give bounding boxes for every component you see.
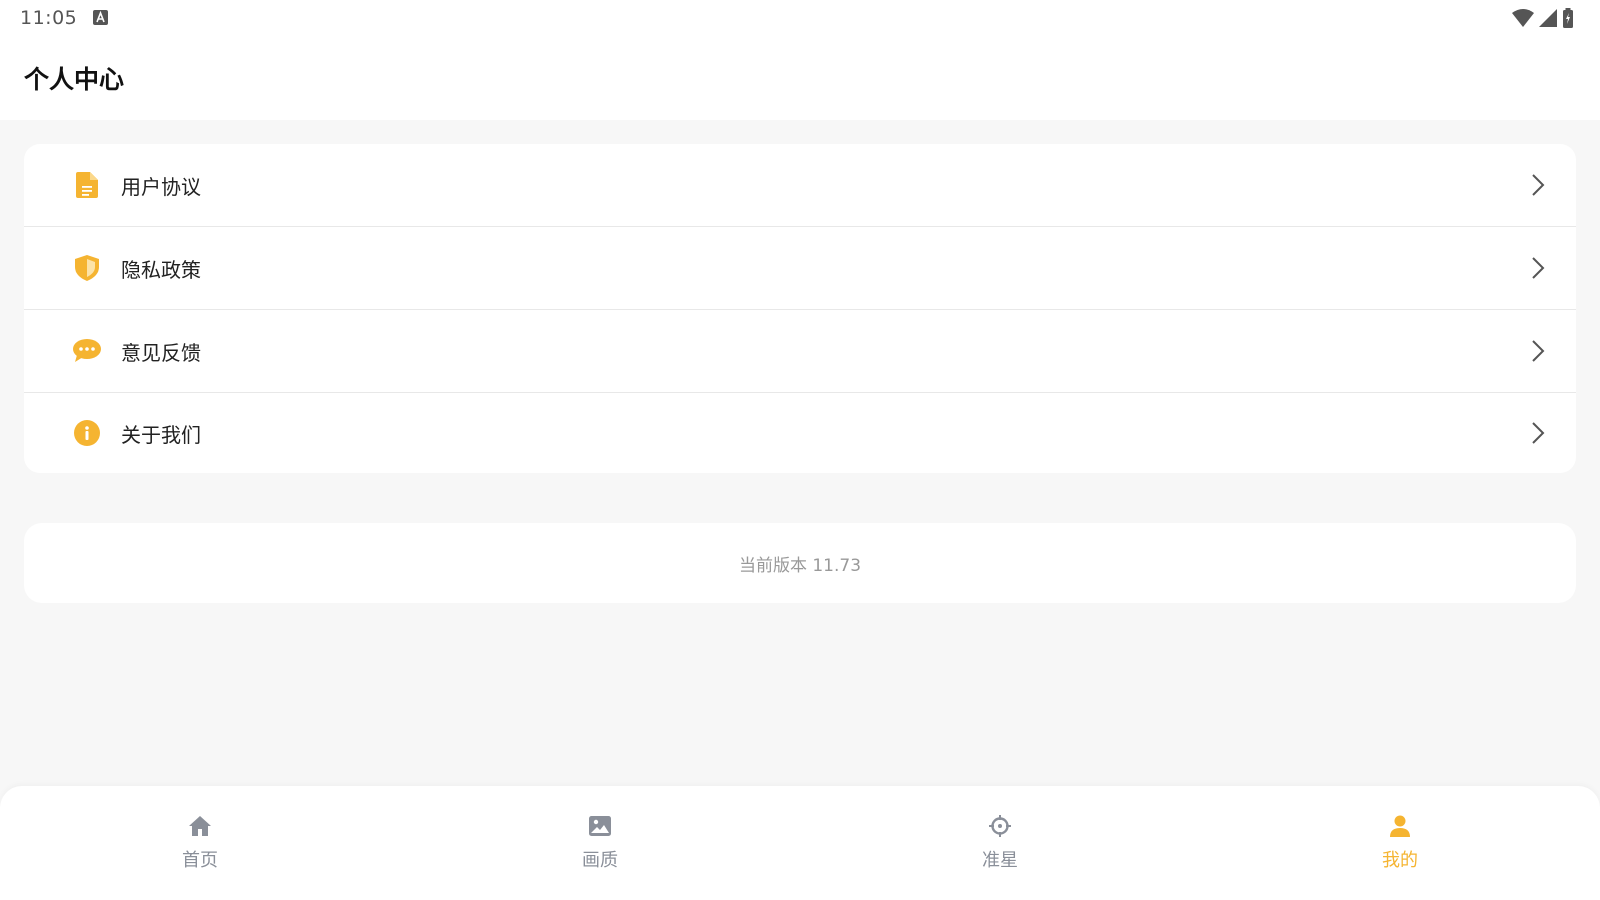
nav-item-quality[interactable]: 画质 xyxy=(540,786,660,900)
menu-item-label: 意见反馈 xyxy=(121,340,201,365)
nav-item-mine[interactable]: 我的 xyxy=(1340,786,1460,900)
status-icons xyxy=(1512,8,1574,28)
nav-label: 准星 xyxy=(982,850,1018,871)
nav-label: 首页 xyxy=(182,850,218,871)
bottom-nav: 首页 画质 准星 我的 xyxy=(0,786,1600,900)
menu-item-user-agreement[interactable]: 用户协议 xyxy=(24,144,1576,227)
signal-icon xyxy=(1539,9,1557,27)
battery-charging-icon xyxy=(1563,8,1573,28)
menu-item-label: 隐私政策 xyxy=(121,257,201,282)
menu-item-label: 用户协议 xyxy=(121,174,201,199)
nav-label: 我的 xyxy=(1382,850,1418,871)
chevron-right-icon xyxy=(1532,340,1545,362)
image-icon xyxy=(589,816,611,836)
shield-icon xyxy=(73,254,101,282)
keyboard-a-icon xyxy=(93,10,108,25)
crosshair-icon xyxy=(989,815,1011,837)
version-text: 当前版本 11.73 xyxy=(738,555,862,576)
menu-item-about-us[interactable]: 关于我们 xyxy=(24,393,1576,473)
status-bar: 11:05 xyxy=(0,0,1600,38)
menu-item-privacy-policy[interactable]: 隐私政策 xyxy=(24,227,1576,310)
user-icon xyxy=(1390,815,1410,837)
chat-bubble-icon xyxy=(73,337,101,365)
home-icon xyxy=(189,816,211,836)
version-card: 当前版本 11.73 xyxy=(24,523,1576,603)
nav-item-crosshair[interactable]: 准星 xyxy=(940,786,1060,900)
chevron-right-icon xyxy=(1532,422,1545,444)
info-icon xyxy=(73,419,101,447)
header: 个人中心 xyxy=(0,38,1600,120)
nav-item-home[interactable]: 首页 xyxy=(140,786,260,900)
nav-label: 画质 xyxy=(582,850,618,871)
chevron-right-icon xyxy=(1532,174,1545,196)
menu-item-label: 关于我们 xyxy=(121,422,201,447)
menu-card: 用户协议 隐私政策 意见反馈 关于我们 xyxy=(24,144,1576,473)
page-title: 个人中心 xyxy=(24,65,125,94)
chevron-right-icon xyxy=(1532,257,1545,279)
document-icon xyxy=(73,171,101,199)
wifi-icon xyxy=(1512,9,1534,27)
menu-item-feedback[interactable]: 意见反馈 xyxy=(24,310,1576,393)
status-time: 11:05 xyxy=(20,7,78,29)
